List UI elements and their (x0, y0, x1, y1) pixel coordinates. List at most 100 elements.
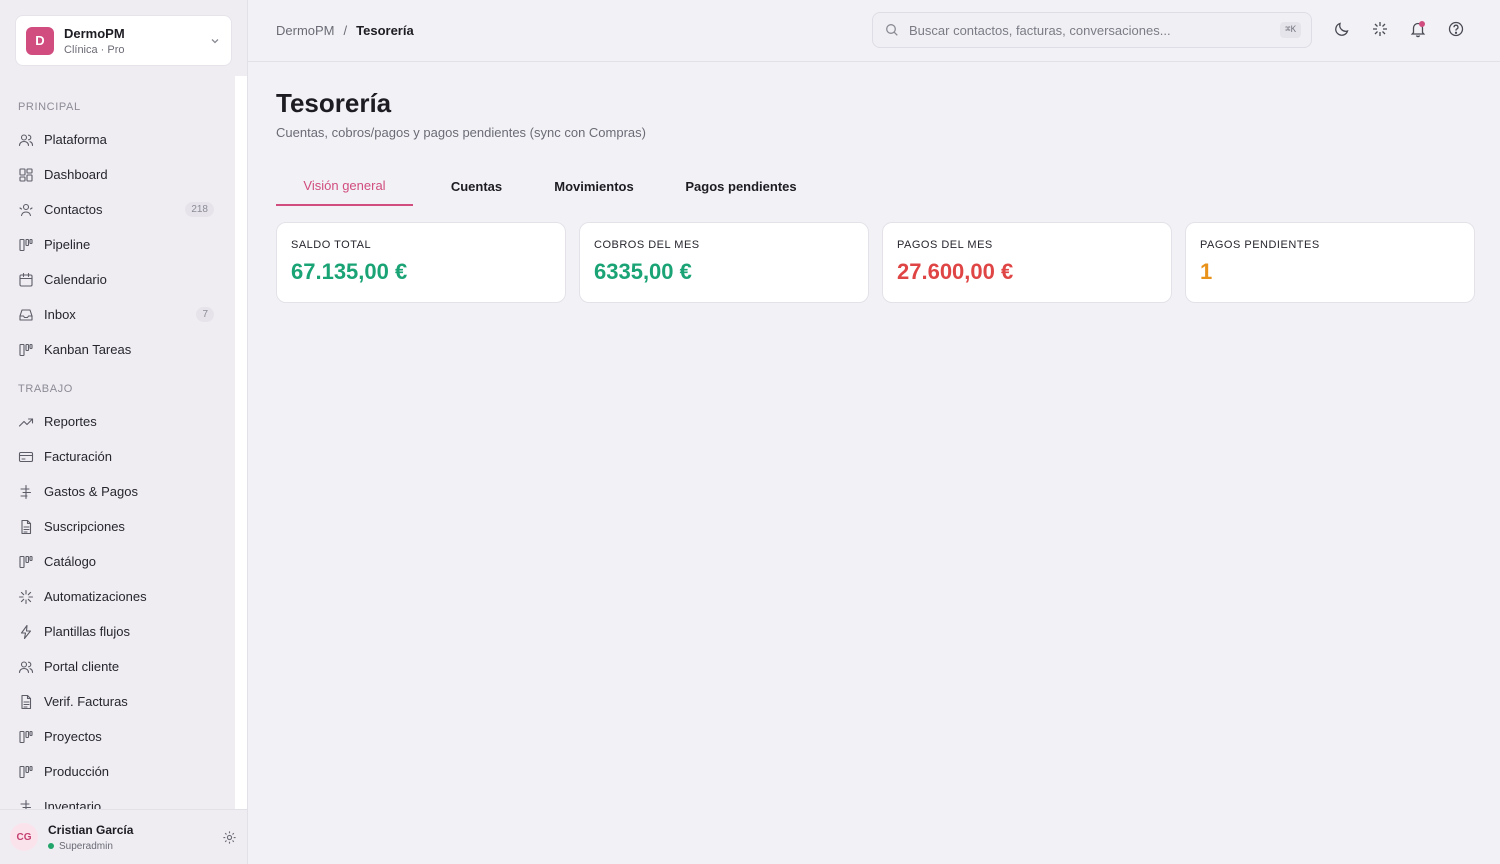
card-label: SALDO TOTAL (291, 239, 372, 251)
card-pagos-del-mes: PAGOS DEL MES 27.600,00 € (882, 222, 1172, 303)
org-subtitle: Clínica · Pro (64, 43, 125, 56)
users-icon (18, 133, 34, 146)
status-dot (48, 843, 54, 849)
breadcrumb-root[interactable]: DermoPM (276, 23, 335, 38)
sidebar-item-label: Kanban Tareas (44, 342, 132, 357)
page-subtitle: Cuentas, cobros/pagos y pagos pendientes… (276, 125, 646, 140)
org-logo: D (26, 26, 54, 55)
tab-vision-general[interactable]: Visión general (276, 166, 413, 206)
user-role-label: Superadmin (59, 840, 113, 852)
bolt-icon (20, 624, 32, 639)
tab-pagos-pendientes[interactable]: Pagos pendientes (648, 166, 834, 206)
kanban-icon (19, 730, 33, 743)
avatar[interactable]: CG (10, 823, 38, 851)
sidebar-section-label: PRINCIPAL (18, 101, 81, 113)
moon-icon[interactable] (1333, 20, 1351, 38)
sidebar-item-pipeline[interactable]: Pipeline (18, 227, 214, 262)
sidebar-item-gastos-pagos[interactable]: Gastos & Pagos (18, 474, 214, 509)
count-badge: 218 (185, 202, 214, 217)
sidebar: D DermoPM Clínica · Pro PRINCIPAL Platafo… (0, 0, 248, 864)
card-pagos-pendientes: PAGOS PENDIENTES 1 (1185, 222, 1475, 303)
user-text: Cristian García Superadmin (48, 823, 222, 852)
sidebar-item-reportes[interactable]: Reportes (18, 404, 214, 439)
card-label: PAGOS PENDIENTES (1200, 239, 1320, 251)
users-icon (18, 660, 34, 673)
tab-bar: Visión general Cuentas Movimientos Pagos… (276, 166, 834, 206)
search-input[interactable] (909, 22, 1281, 38)
help-icon[interactable] (1447, 20, 1465, 38)
kanban-icon (19, 238, 33, 251)
org-switcher[interactable]: D DermoPM Clínica · Pro (15, 15, 232, 66)
sidebar-item-produccion[interactable]: Producción (18, 754, 214, 789)
sidebar-item-portal-cliente[interactable]: Portal cliente (18, 649, 214, 684)
sidebar-item-label: Gastos & Pagos (44, 484, 138, 499)
tab-movimientos[interactable]: Movimientos (540, 166, 648, 206)
sidebar-item-facturacion[interactable]: Facturación (18, 439, 214, 474)
user-name: Cristian García (48, 822, 134, 837)
user-role: Superadmin (48, 841, 222, 852)
contacts-icon (19, 203, 33, 216)
document-icon (21, 519, 32, 534)
sidebar-item-kanban-tareas[interactable]: Kanban Tareas (18, 332, 214, 367)
sidebar-item-proyectos[interactable]: Proyectos (18, 719, 214, 754)
sidebar-item-label: Inventario (44, 799, 102, 809)
sparkle-icon[interactable] (1371, 20, 1389, 38)
sidebar-scrollbar[interactable] (235, 76, 247, 809)
currency-icon (20, 799, 32, 809)
notification-dot (1419, 21, 1425, 27)
sidebar-section-label: TRABAJO (18, 383, 73, 395)
sidebar-item-suscripciones[interactable]: Suscripciones (18, 509, 214, 544)
sidebar-item-verif-facturas[interactable]: Verif. Facturas (18, 684, 214, 719)
sidebar-item-label: Proyectos (44, 729, 102, 744)
kanban-icon (19, 555, 33, 568)
card-value: 6335,00 € (594, 259, 692, 284)
top-header: DermoPM / Tesorería ⌘K (248, 0, 1500, 62)
grid-icon (19, 167, 33, 182)
sidebar-item-label: Plataforma (44, 132, 107, 147)
page-title: Tesorería (276, 88, 392, 118)
tab-cuentas[interactable]: Cuentas (413, 166, 540, 206)
sidebar-item-plantillas-flujos[interactable]: Plantillas flujos (18, 614, 214, 649)
gear-icon[interactable] (222, 830, 237, 845)
sidebar-item-label: Portal cliente (44, 659, 120, 674)
sidebar-item-calendario[interactable]: Calendario (18, 262, 214, 297)
org-name: DermoPM (64, 25, 125, 41)
document-icon (21, 694, 32, 709)
sidebar-item-label: Plantillas flujos (44, 624, 130, 639)
count-badge: 7 (196, 307, 214, 322)
card-label: COBROS DEL MES (594, 239, 700, 251)
card-cobros-del-mes: COBROS DEL MES 6335,00 € (579, 222, 869, 303)
calendar-icon (19, 272, 33, 287)
currency-icon (20, 484, 32, 499)
card-value: 1 (1200, 259, 1213, 284)
kanban-icon (19, 765, 33, 778)
sidebar-item-inbox[interactable]: Inbox 7 (18, 297, 214, 332)
sidebar-item-plataforma[interactable]: Plataforma (18, 122, 214, 157)
sidebar-item-label: Dashboard (44, 167, 108, 182)
search-shortcut: ⌘K (1280, 22, 1301, 38)
sidebar-item-label: Inbox (44, 307, 76, 322)
search-box[interactable]: ⌘K (872, 12, 1312, 48)
kanban-icon (19, 343, 33, 356)
sidebar-item-contactos[interactable]: Contactos 218 (18, 192, 214, 227)
sparkle-icon (18, 589, 34, 604)
summary-cards: SALDO TOTAL 67.135,00 € COBROS DEL MES 6… (276, 222, 1475, 303)
sidebar-item-automatizaciones[interactable]: Automatizaciones (18, 579, 214, 614)
card-icon (18, 451, 34, 462)
sidebar-item-label: Verif. Facturas (44, 694, 128, 709)
inbox-icon (19, 308, 33, 321)
breadcrumb: DermoPM / Tesorería (276, 23, 414, 38)
sidebar-item-catalogo[interactable]: Catálogo (18, 544, 214, 579)
sidebar-item-label: Pipeline (44, 237, 91, 252)
sidebar-item-inventario[interactable]: Inventario (18, 789, 214, 809)
sidebar-item-label: Suscripciones (44, 519, 125, 534)
sidebar-item-label: Automatizaciones (44, 589, 147, 604)
card-label: PAGOS DEL MES (897, 239, 993, 251)
chevron-down-icon (211, 38, 219, 43)
search-icon (886, 24, 898, 36)
sidebar-item-label: Facturación (44, 449, 112, 464)
user-bar: CG Cristian García Superadmin (0, 809, 247, 864)
sidebar-item-dashboard[interactable]: Dashboard (18, 157, 214, 192)
breadcrumb-current: Tesorería (356, 23, 414, 38)
card-saldo-total: SALDO TOTAL 67.135,00 € (276, 222, 566, 303)
